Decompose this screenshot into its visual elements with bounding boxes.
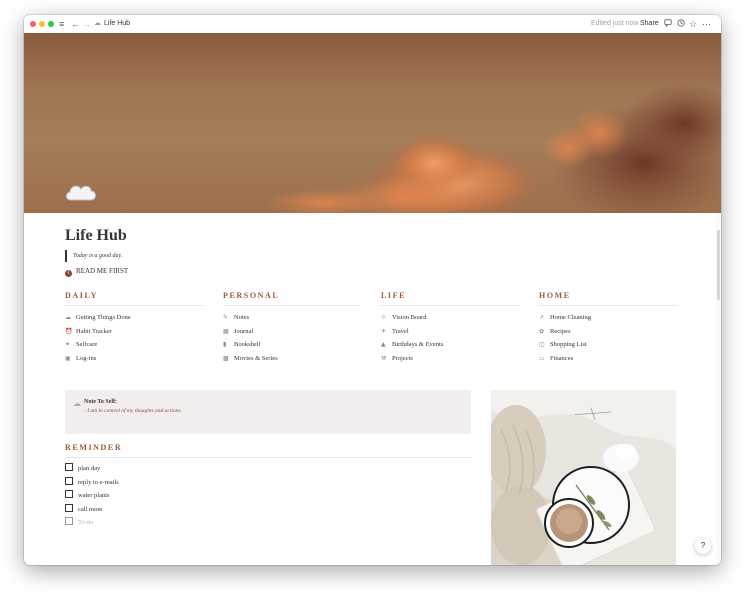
share-button[interactable]: Share (640, 18, 659, 30)
book-icon: ▮ (223, 341, 227, 348)
hammer-icon: ⚒ (381, 354, 387, 362)
link-home-cleaning[interactable]: ↗ Home Cleaning (539, 311, 677, 325)
edited-status: Edited just now (591, 20, 639, 27)
todo-checkbox[interactable] (65, 490, 73, 499)
pencil-icon: ✎ (223, 314, 229, 321)
comment-icon[interactable] (664, 18, 672, 30)
link-movies-series[interactable]: ▩ Movies & Series (223, 352, 361, 366)
reminder-heading: REMINDER (65, 443, 471, 458)
star-icon[interactable]: ☆ (689, 18, 697, 30)
alarm-clock-icon: ⏰ (65, 327, 73, 335)
link-finances[interactable]: ▭ Finances (539, 352, 677, 366)
page-title[interactable]: Life Hub (65, 227, 127, 245)
section-heading: HOME (539, 291, 677, 306)
section-daily: DAILY ☁ Getting Things Done ⏰ Habit Tracke… (65, 291, 203, 365)
sparkle-icon: ✦ (65, 341, 71, 348)
todo-checkbox[interactable] (65, 463, 73, 471)
app-window: ≡ ← → ☁ Life Hub Edited just now Share ☆… (24, 15, 721, 565)
lock-icon: ▣ (65, 354, 71, 362)
top-bar: ≡ ← → ☁ Life Hub Edited just now Share ☆… (24, 15, 721, 34)
link-log-ins[interactable]: ▣ Log-ins (65, 352, 203, 366)
section-heading: PERSONAL (223, 291, 361, 306)
todo-item[interactable]: water plants (65, 489, 119, 503)
airplane-icon: ✈ (381, 327, 387, 335)
section-heading: DAILY (65, 291, 203, 306)
cake-icon: ▲ (381, 341, 386, 348)
broom-icon: ↗ (539, 314, 545, 321)
clock-icon[interactable] (677, 18, 685, 30)
link-travel[interactable]: ✈ Travel (381, 325, 519, 339)
section-personal: PERSONAL ✎ Notes ▦ Journal ▮ Bookshelf ▩ Mov… (223, 291, 361, 365)
read-me-label: READ ME FIRST (76, 267, 129, 275)
minimize-window-button[interactable] (39, 21, 45, 27)
link-notes[interactable]: ✎ Notes (223, 311, 361, 325)
link-recipes[interactable]: ✿ Recipes (539, 325, 677, 339)
coffee-cup-image (491, 390, 676, 565)
note-to-self-callout[interactable]: ☁ Note To Self: - I am in control of my … (65, 390, 471, 434)
note-body: - I am in control of my thoughts and act… (84, 408, 182, 414)
link-selfcare[interactable]: ✦ Selfcare (65, 338, 203, 352)
money-icon: ▭ (539, 354, 545, 362)
section-home: HOME ↗ Home Cleaning ✿ Recipes ◫ Shopping L… (539, 291, 677, 365)
todo-checkbox[interactable] (65, 517, 73, 526)
link-bookshelf[interactable]: ▮ Bookshelf (223, 338, 361, 352)
todo-checkbox[interactable] (65, 476, 73, 485)
section-heading: LIFE (381, 291, 519, 306)
link-projects[interactable]: ⚒ Projects (381, 352, 519, 366)
link-journal[interactable]: ▦ Journal (223, 325, 361, 339)
todo-item[interactable]: reply to e-mails (65, 476, 119, 490)
scrollbar-thumb[interactable] (717, 230, 720, 300)
todo-item[interactable]: plan day (65, 462, 119, 476)
cloud-icon: ☁ (65, 314, 71, 321)
maximize-window-button[interactable] (48, 21, 54, 27)
hamburger-icon[interactable]: ≡ (59, 18, 64, 30)
cart-icon: ◫ (539, 341, 545, 348)
cloud-icon: ☁ (73, 399, 81, 408)
help-button[interactable]: ? (695, 538, 711, 554)
arrow-left-icon[interactable]: ← (71, 18, 80, 30)
more-icon[interactable]: ⋯ (702, 18, 711, 30)
close-window-button[interactable] (30, 21, 36, 27)
todo-placeholder[interactable]: To-do (65, 516, 119, 530)
leaf-icon: ✿ (539, 327, 545, 335)
info-icon: i (65, 270, 72, 277)
sunset-clouds-image (264, 83, 721, 213)
link-habit-tracker[interactable]: ⏰ Habit Tracker (65, 325, 203, 339)
note-title: Note To Self: (84, 399, 117, 405)
reminder-list: plan day reply to e-mails water plants c… (65, 462, 119, 530)
quote-block[interactable]: Today is a good day. (65, 250, 122, 262)
arrow-right-icon[interactable]: → (82, 18, 91, 30)
sun-icon: ☼ (381, 314, 387, 321)
cloud-icon: ☁ (94, 20, 101, 27)
coffee-photo[interactable] (491, 390, 676, 565)
breadcrumb[interactable]: Life Hub (104, 18, 130, 30)
todo-checkbox[interactable] (65, 503, 73, 512)
book-open-icon: ▦ (223, 327, 229, 335)
cover-image[interactable] (24, 33, 721, 213)
link-birthdays-events[interactable]: ▲ Birthdays & Events (381, 338, 519, 352)
link-vision-board[interactable]: ☼ Vision Board (381, 311, 519, 325)
read-me-link[interactable]: i READ ME FIRST (65, 266, 128, 277)
page-cloud-icon[interactable] (64, 180, 98, 209)
section-life: LIFE ☼ Vision Board ✈ Travel ▲ Birthdays & … (381, 291, 519, 365)
film-icon: ▩ (223, 354, 229, 362)
link-shopping-list[interactable]: ◫ Shopping List (539, 338, 677, 352)
todo-item[interactable]: call mom (65, 503, 119, 517)
link-getting-things-done[interactable]: ☁ Getting Things Done (65, 311, 203, 325)
